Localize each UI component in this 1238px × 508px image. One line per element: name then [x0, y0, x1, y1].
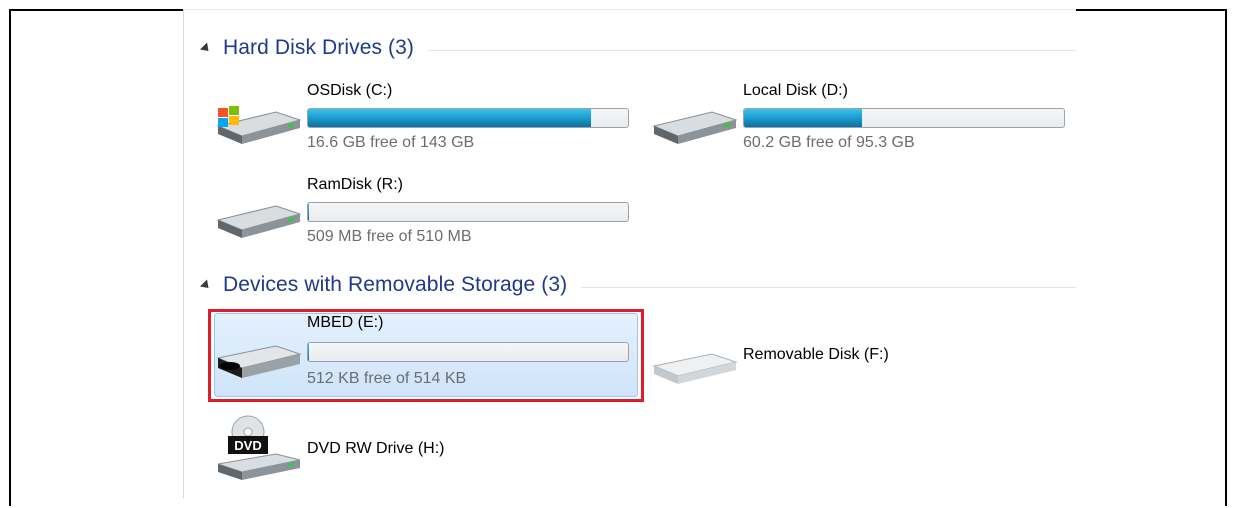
drive-usage-fill	[308, 109, 591, 127]
drive-usage-bar	[743, 108, 1065, 128]
drive-name: RamDisk (R:)	[307, 176, 403, 193]
drive-free-space: 509 MB free of 510 MB	[307, 228, 472, 245]
collapse-triangle-icon[interactable]	[199, 41, 213, 55]
drive-usage-bar	[307, 108, 629, 128]
group-header-removable-storage[interactable]: Devices with Removable Storage (3)	[198, 271, 1076, 299]
drive-tile-h[interactable]: DVD DVD RW Drive (H:)	[214, 412, 634, 482]
drive-tile-f[interactable]: Removable Disk (F:)	[650, 326, 1070, 396]
drive-free-space: 60.2 GB free of 95.3 GB	[743, 134, 915, 151]
drive-name: Local Disk (D:)	[743, 82, 848, 99]
windows-system-drive-icon	[216, 106, 302, 144]
group-title: Devices with Removable Storage (3)	[223, 273, 568, 296]
group-divider	[428, 49, 1076, 51]
dvd-drive-icon: DVD	[217, 415, 301, 480]
drive-name: OSDisk (C:)	[307, 82, 393, 99]
group-header-hard-disk-drives[interactable]: Hard Disk Drives (3)	[198, 34, 1076, 62]
group-title: Hard Disk Drives (3)	[223, 36, 415, 59]
group-divider	[581, 286, 1076, 288]
hard-disk-icon	[216, 205, 302, 238]
dvd-label-text: DVD	[234, 438, 261, 453]
drive-usage-bar	[307, 202, 629, 222]
collapse-triangle-icon[interactable]	[199, 278, 213, 292]
drive-name: DVD RW Drive (H:)	[307, 440, 445, 457]
annotation-highlight-box	[208, 309, 644, 402]
hard-disk-icon	[652, 111, 738, 144]
drive-usage-fill	[744, 109, 862, 127]
drive-tile-c[interactable]: OSDisk (C:) 16.6 GB free of 143 GB	[214, 82, 634, 152]
removable-drive-icon	[652, 353, 738, 384]
drive-tile-r[interactable]: RamDisk (R:) 509 MB free of 510 MB	[214, 176, 634, 246]
drive-free-space: 16.6 GB free of 143 GB	[307, 134, 475, 151]
drive-name: Removable Disk (F:)	[743, 346, 889, 363]
drive-tile-d[interactable]: Local Disk (D:) 60.2 GB free of 95.3 GB	[650, 82, 1070, 152]
drive-usage-fill	[308, 203, 309, 221]
